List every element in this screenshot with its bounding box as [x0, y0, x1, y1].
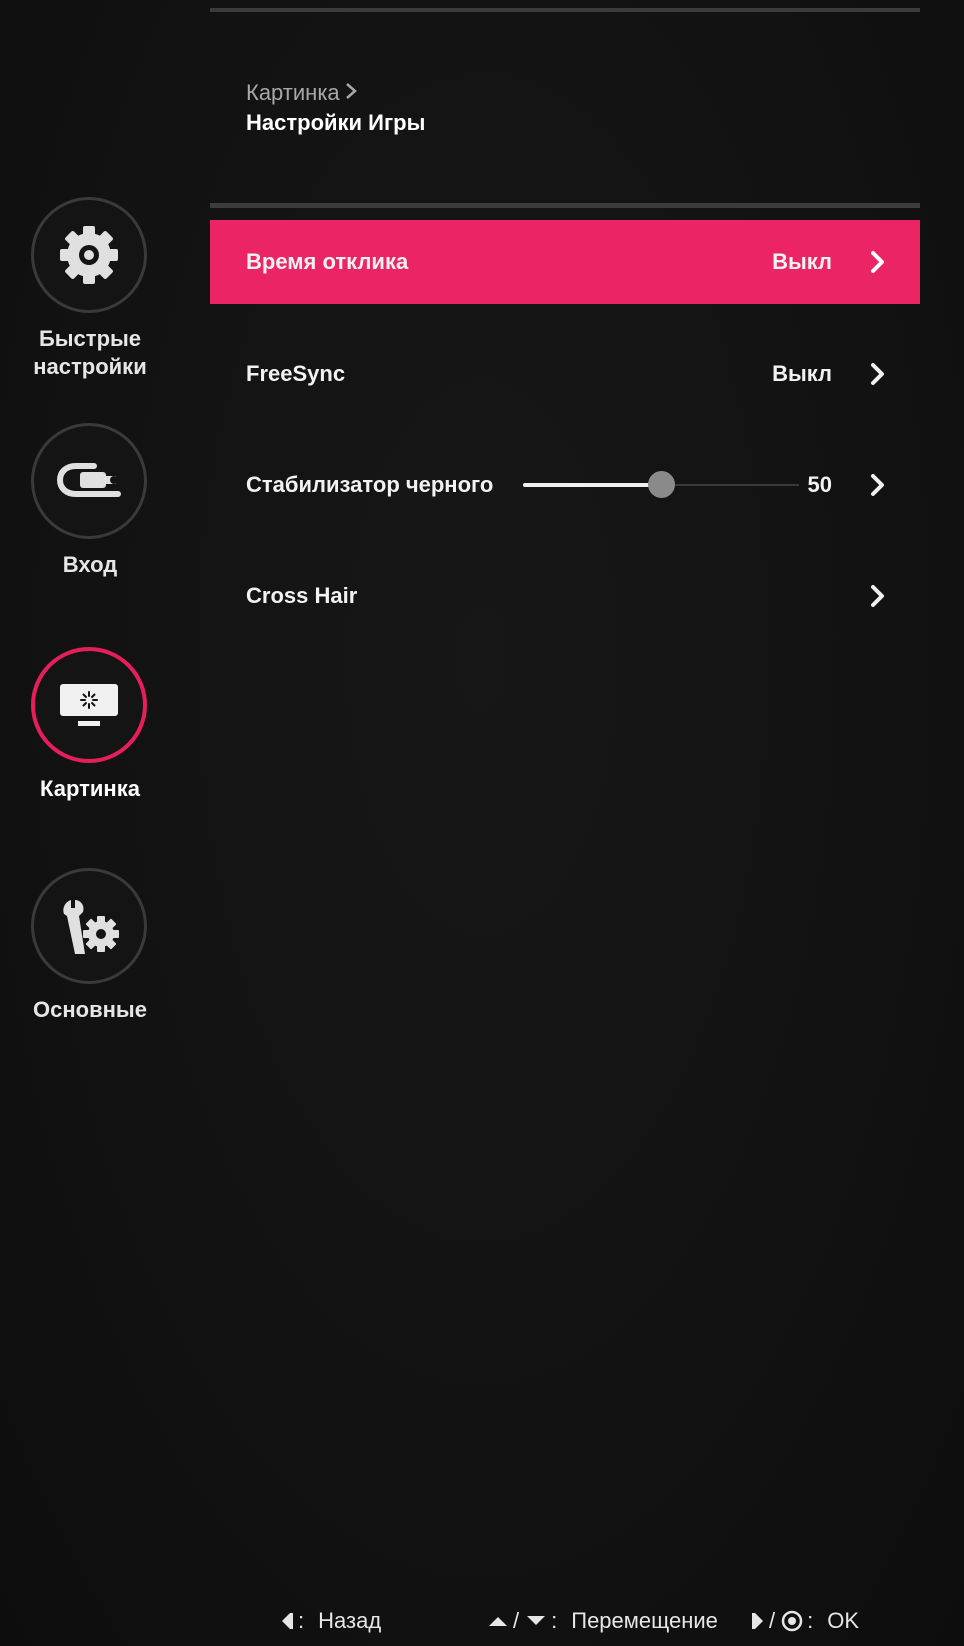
black-stabilizer-slider[interactable] — [523, 471, 799, 498]
row-value: Выкл — [772, 249, 832, 274]
row-label: FreeSync — [246, 361, 346, 386]
row-label: Стабилизатор черного — [246, 472, 494, 497]
hint-back-label: Назад — [318, 1608, 382, 1633]
top-divider — [210, 8, 920, 12]
joystick-left-icon — [280, 1610, 294, 1632]
section-divider — [210, 203, 920, 208]
row-value: Выкл — [772, 361, 832, 386]
sidebar-circle — [31, 197, 147, 313]
joystick-up-icon — [487, 1614, 509, 1628]
row-value: 50 — [807, 472, 832, 497]
sidebar-item-label: Вход — [62, 552, 118, 577]
sidebar-circle-active — [31, 647, 147, 763]
menu-row-freesync[interactable]: FreeSync Выкл — [210, 332, 920, 416]
picture-monitor-icon — [58, 682, 120, 728]
sidebar-item-label: Основные — [33, 997, 147, 1022]
sidebar-item-label: Картинка — [40, 776, 140, 801]
slider-handle[interactable] — [648, 471, 675, 498]
slider-fill — [523, 483, 661, 487]
breadcrumb-parent: Картинка — [246, 80, 340, 105]
sidebar-circle — [31, 868, 147, 984]
joystick-down-icon — [525, 1614, 547, 1628]
sidebar-item-label: Быстрые настройки — [33, 326, 147, 379]
hint-ok-label: OK — [827, 1608, 860, 1633]
menu-row-cross-hair[interactable]: Cross Hair — [210, 554, 920, 638]
hint-move-label: Перемещение — [571, 1608, 718, 1633]
menu-row-response-time[interactable]: Время отклика Выкл — [210, 220, 920, 304]
joystick-press-icon — [781, 1610, 803, 1632]
gear-icon — [54, 220, 124, 290]
hint-move: / : Перемещение — [487, 1606, 718, 1636]
row-label: Время отклика — [246, 249, 409, 274]
menu-row-black-stabilizer[interactable]: Стабилизатор черного 50 — [210, 443, 920, 527]
hint-ok: / : OK — [751, 1606, 859, 1636]
sidebar-circle — [31, 423, 147, 539]
footer-key-hints: : Назад / : Перемещение / : OK — [0, 1606, 964, 1636]
row-label: Cross Hair — [246, 583, 358, 608]
sidebar: Быстрые настройки Вход Картинка Основные — [0, 0, 180, 1646]
page-title: Настройки Игры — [246, 110, 426, 135]
hint-back: : Назад — [280, 1606, 381, 1636]
input-cable-icon — [54, 456, 124, 506]
joystick-right-icon — [751, 1610, 765, 1632]
wrench-gear-icon — [57, 894, 121, 958]
breadcrumb[interactable]: Картинка — [246, 80, 358, 106]
chevron-right-icon — [342, 80, 358, 106]
